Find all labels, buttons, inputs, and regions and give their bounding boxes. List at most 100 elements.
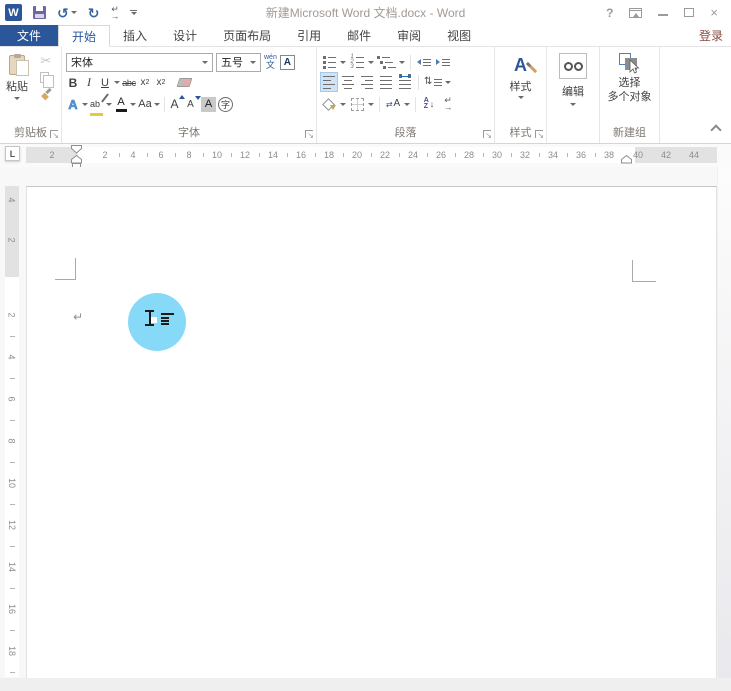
tab-design[interactable]: 设计 (160, 25, 210, 46)
grow-font-button[interactable]: A (169, 95, 183, 113)
superscript-button[interactable]: x2 (154, 74, 168, 92)
ribbon-display-options-icon[interactable] (629, 8, 642, 18)
text-effects-dropdown-icon[interactable] (82, 103, 88, 106)
editing-group: 编辑 (547, 47, 600, 143)
tab-view[interactable]: 视图 (434, 25, 484, 46)
font-color-button[interactable]: A (114, 95, 128, 113)
font-name-combo[interactable]: 宋体 (66, 53, 213, 72)
vertical-scrollbar[interactable] (717, 167, 731, 678)
distribute-button[interactable] (397, 73, 413, 91)
bullets-dropdown-icon[interactable] (340, 61, 346, 64)
tab-review[interactable]: 审阅 (384, 25, 434, 46)
formatting-marks-icon[interactable]: ↵ → (110, 6, 119, 20)
decrease-indent-button[interactable] (416, 53, 432, 71)
character-shading-button[interactable]: A (201, 97, 216, 112)
change-case-button[interactable]: Aa (138, 95, 152, 113)
asian-layout-button[interactable]: ⇄A (385, 95, 401, 113)
bullets-button[interactable] (321, 53, 337, 71)
editing-button[interactable]: 编辑 (547, 47, 599, 106)
shrink-font-button[interactable]: A (185, 95, 199, 113)
undo-icon: ↺ (57, 6, 69, 20)
italic-button[interactable]: I (82, 74, 96, 92)
tab-file[interactable]: 文件 (0, 25, 58, 46)
tab-insert[interactable]: 插入 (110, 25, 160, 46)
subscript-button[interactable]: x2 (138, 74, 152, 92)
paragraph-mark: ↵ (73, 310, 83, 324)
undo-button[interactable]: ↺ (57, 6, 77, 20)
underline-button[interactable]: U (98, 74, 112, 92)
sign-in-link[interactable]: 登录 (699, 25, 723, 46)
tab-mailings[interactable]: 邮件 (334, 25, 384, 46)
vruler-top-margin: 42 (5, 186, 19, 277)
show-hide-marks-button[interactable]: ↵→ (440, 95, 456, 113)
tab-page-layout[interactable]: 页面布局 (210, 25, 284, 46)
borders-button[interactable] (349, 95, 365, 113)
tab-references[interactable]: 引用 (284, 25, 334, 46)
word-app-icon[interactable]: W (5, 4, 22, 21)
text-highlight-button[interactable]: ab (90, 95, 104, 113)
justify-button[interactable] (378, 73, 394, 91)
save-icon[interactable] (33, 6, 46, 19)
multilevel-list-button[interactable] (377, 53, 396, 71)
customize-qat-icon[interactable] (130, 10, 137, 15)
underline-dropdown-icon[interactable] (114, 81, 120, 84)
align-left-button[interactable] (321, 73, 337, 91)
tab-selector-button[interactable]: L (5, 146, 20, 161)
find-binoculars-icon (559, 53, 587, 79)
font-color-dropdown-icon[interactable] (130, 103, 136, 106)
close-icon[interactable]: × (710, 6, 718, 19)
paste-dropdown-icon[interactable] (14, 97, 20, 100)
paste-button[interactable]: 粘贴 (0, 52, 34, 101)
numbering-button[interactable]: 123 (349, 53, 365, 71)
new-group-label: 新建组 (602, 124, 657, 140)
format-painter-icon[interactable] (40, 88, 53, 101)
editing-dropdown-icon[interactable] (570, 103, 576, 106)
styles-dialog-launcher[interactable]: ↘ (535, 130, 543, 138)
multilevel-dropdown-icon[interactable] (399, 61, 405, 64)
document-page[interactable] (26, 186, 717, 678)
copy-icon[interactable] (40, 72, 49, 83)
select-objects-button[interactable]: 选择 多个对象 (600, 47, 659, 104)
collapse-ribbon-icon[interactable] (710, 124, 721, 135)
phonetic-guide-icon[interactable]: wén 文 (264, 54, 277, 70)
clear-formatting-icon[interactable] (177, 78, 193, 87)
right-indent-marker[interactable] (621, 155, 633, 164)
styles-group: A 样式 样式 ↘ (495, 47, 547, 143)
sort-button[interactable]: AZ↓ (421, 95, 437, 113)
text-effects-button[interactable]: A (66, 95, 80, 113)
undo-dropdown-icon[interactable] (71, 11, 77, 14)
highlight-dropdown-icon[interactable] (106, 103, 112, 106)
tab-home[interactable]: 开始 (58, 25, 110, 47)
horizontal-ruler[interactable]: 2 2468101214161820222426283032343638 404… (26, 147, 717, 163)
asian-layout-dropdown-icon[interactable] (404, 103, 410, 106)
change-case-dropdown-icon[interactable] (154, 103, 160, 106)
minimize-icon[interactable] (658, 14, 668, 16)
align-right-button[interactable] (359, 73, 375, 91)
align-center-button[interactable] (340, 73, 356, 91)
increase-indent-button[interactable] (435, 53, 451, 71)
styles-dropdown-icon[interactable] (518, 96, 524, 99)
character-border-button[interactable]: A (280, 55, 295, 70)
font-dialog-launcher[interactable]: ↘ (305, 130, 313, 138)
numbering-dropdown-icon[interactable] (368, 61, 374, 64)
cut-icon[interactable]: ✂ (41, 54, 52, 67)
bold-button[interactable]: B (66, 74, 80, 92)
shading-dropdown-icon[interactable] (340, 103, 346, 106)
maximize-icon[interactable] (684, 8, 694, 17)
line-spacing-button[interactable]: ⇅ (424, 73, 442, 91)
repeat-icon[interactable]: ↻ (88, 6, 100, 20)
styles-button[interactable]: A 样式 (495, 47, 546, 99)
vertical-ruler[interactable]: 42 24681012141618 (5, 186, 19, 677)
first-line-indent-marker[interactable] (71, 145, 83, 154)
enclose-characters-button[interactable]: 字 (218, 97, 233, 112)
paragraph-dialog-launcher[interactable]: ↘ (483, 130, 491, 138)
line-spacing-dropdown-icon[interactable] (445, 81, 451, 84)
clipboard-group: 粘贴 ✂ 剪贴板 ↘ (0, 47, 62, 143)
shading-button[interactable] (321, 95, 337, 113)
borders-dropdown-icon[interactable] (368, 103, 374, 106)
clipboard-dialog-launcher[interactable]: ↘ (50, 130, 58, 138)
help-icon[interactable]: ? (606, 6, 613, 20)
strikethrough-button[interactable]: abc (122, 74, 136, 92)
chevron-down-icon (250, 61, 256, 64)
font-size-combo[interactable]: 五号 (216, 53, 261, 72)
